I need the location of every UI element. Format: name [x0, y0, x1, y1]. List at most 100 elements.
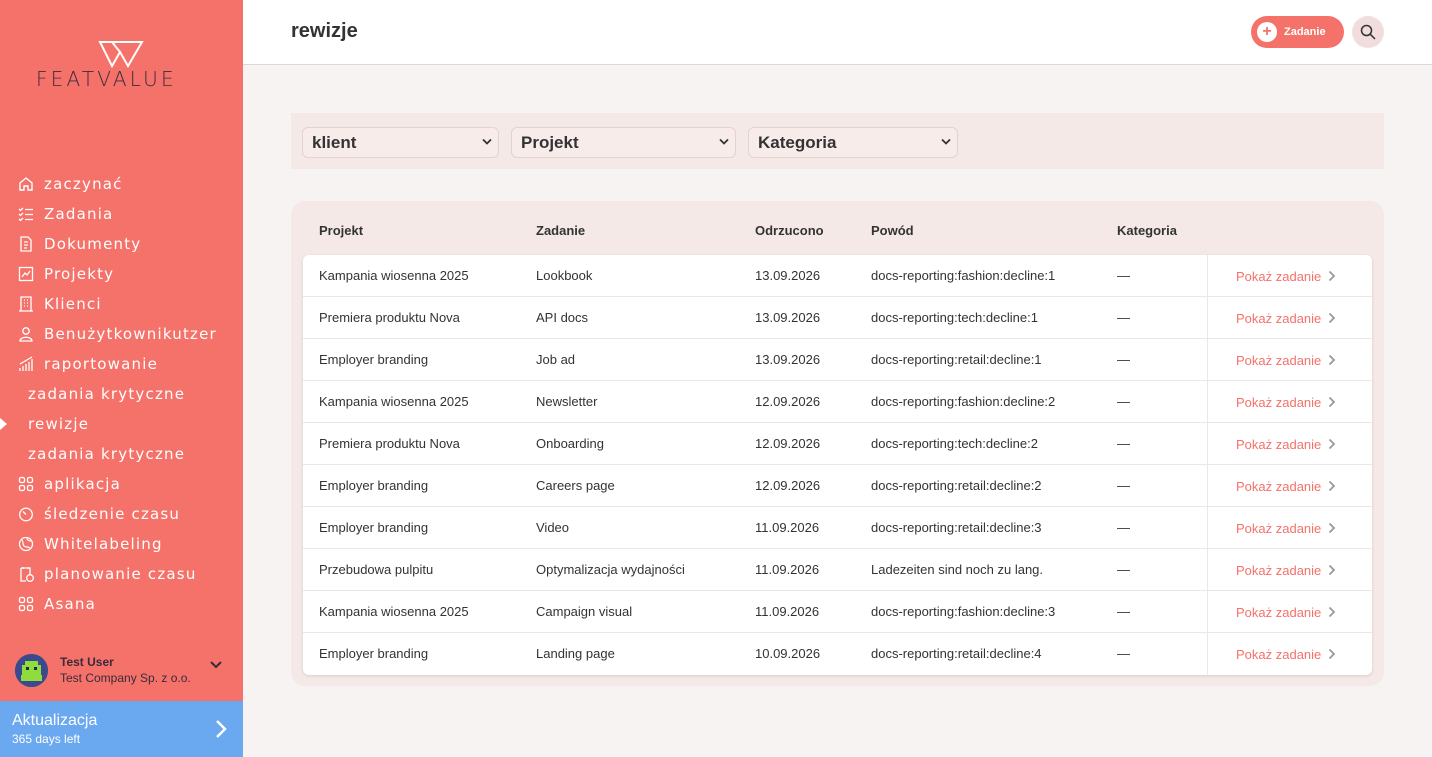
- sidebar-item-label: planowanie czasu: [44, 565, 197, 583]
- table-row: Kampania wiosenna 2025 Newsletter 12.09.20…: [303, 381, 1372, 423]
- search-button[interactable]: [1352, 16, 1384, 48]
- client-select[interactable]: klient: [302, 127, 499, 158]
- table-row: Kampania wiosenna 2025 Campaign visual 11.…: [303, 591, 1372, 633]
- sidebar-item-time-planning[interactable]: planowanie czasu: [0, 559, 243, 589]
- table-row: Employer branding Job ad 13.09.2026 docs-re…: [303, 339, 1372, 381]
- user-menu[interactable]: Test User Test Company Sp. z o.o.: [15, 652, 230, 688]
- upgrade-days-left: 365 days left: [12, 732, 81, 746]
- cell-category: —: [1117, 352, 1130, 367]
- cell-category: —: [1117, 604, 1130, 619]
- sidebar-item-clients[interactable]: Klienci: [0, 289, 243, 319]
- avatar: [15, 653, 48, 687]
- show-task-link[interactable]: Pokaż zadanie: [1207, 591, 1372, 633]
- cell-category: —: [1117, 646, 1130, 661]
- project-select[interactable]: Projekt: [511, 127, 736, 158]
- sidebar-subitem-critical-tasks-2[interactable]: zadania krytyczne: [0, 439, 243, 469]
- table-row: Premiera produktu Nova API docs 13.09.2026…: [303, 297, 1372, 339]
- sidebar-item-tasks[interactable]: Zadania: [0, 199, 243, 229]
- sidebar-item-start[interactable]: zaczynać: [0, 169, 243, 199]
- logo-mark-icon: [98, 41, 144, 68]
- sidebar-item-time-tracking[interactable]: śledzenie czasu: [0, 499, 243, 529]
- show-task-link[interactable]: Pokaż zadanie: [1207, 465, 1372, 507]
- table-row: Premiera produktu Nova Onboarding 12.09.20…: [303, 423, 1372, 465]
- cell-task: Onboarding: [536, 436, 604, 451]
- sidebar-item-label: raportowanie: [44, 355, 159, 373]
- show-task-link[interactable]: Pokaż zadanie: [1207, 339, 1372, 381]
- sidebar-item-reporting[interactable]: raportowanie: [0, 349, 243, 379]
- column-header-task: Zadanie: [536, 223, 586, 238]
- cell-project: Employer branding: [319, 478, 429, 493]
- cell-task: Campaign visual: [536, 604, 633, 619]
- sidebar-item-whitelabeling[interactable]: Whitelabeling: [0, 529, 243, 559]
- upgrade-banner[interactable]: Aktualizacja 365 days left: [0, 701, 243, 757]
- show-task-label: Pokaż zadanie: [1236, 520, 1322, 536]
- sidebar-item-label: Projekty: [44, 265, 115, 283]
- chevron-right-icon: [1329, 564, 1336, 576]
- user-name: Test User: [60, 655, 114, 669]
- sidebar-item-label: zadania krytyczne: [28, 385, 186, 403]
- cell-project: Employer branding: [319, 646, 429, 661]
- sidebar: FEATVALUE zaczynać Zadania Dokumenty Pro…: [0, 0, 243, 757]
- sidebar-item-label: śledzenie czasu: [44, 505, 181, 523]
- chevron-down-icon[interactable]: [210, 661, 222, 669]
- document-icon: [17, 235, 35, 253]
- show-task-link[interactable]: Pokaż zadanie: [1207, 381, 1372, 423]
- cell-rejected-date: 13.09.2026: [755, 268, 821, 283]
- sidebar-subitem-revisions[interactable]: rewizje: [0, 409, 243, 439]
- sidebar-item-label: zaczynać: [44, 175, 123, 193]
- cell-category: —: [1117, 310, 1130, 325]
- show-task-link[interactable]: Pokaż zadanie: [1207, 507, 1372, 549]
- cell-task: API docs: [536, 310, 589, 325]
- show-task-label: Pokaż zadanie: [1236, 352, 1322, 368]
- show-task-link[interactable]: Pokaż zadanie: [1207, 255, 1372, 297]
- chevron-right-icon: [1329, 396, 1336, 408]
- cell-category: —: [1117, 268, 1130, 283]
- add-task-button[interactable]: + Zadanie: [1251, 16, 1344, 48]
- cell-rejected-date: 10.09.2026: [755, 646, 821, 661]
- table-row: Przebudowa pulpitu Optymalizacja wydajnoś…: [303, 549, 1372, 591]
- cell-rejected-date: 12.09.2026: [755, 478, 821, 493]
- cell-rejected-date: 12.09.2026: [755, 436, 821, 451]
- cell-rejected-date: 11.09.2026: [755, 604, 820, 619]
- show-task-label: Pokaż zadanie: [1236, 604, 1322, 620]
- sidebar-item-users[interactable]: Benużytkownikutzer: [0, 319, 243, 349]
- logo[interactable]: FEATVALUE: [36, 40, 208, 91]
- show-task-link[interactable]: Pokaż zadanie: [1207, 633, 1372, 675]
- show-task-link[interactable]: Pokaż zadanie: [1207, 549, 1372, 591]
- cell-reason: Ladezeiten sind noch zu lang.: [871, 562, 1044, 577]
- chevron-right-icon: [1329, 354, 1336, 366]
- cell-reason: docs-reporting:fashion:decline:1: [871, 268, 1056, 283]
- column-header-reason: Powód: [871, 223, 914, 238]
- sidebar-item-asana[interactable]: Asana: [0, 589, 243, 619]
- chevron-down-icon: [482, 138, 492, 145]
- sidebar-item-documents[interactable]: Dokumenty: [0, 229, 243, 259]
- table-row: Kampania wiosenna 2025 Lookbook 13.09.2026…: [303, 255, 1372, 297]
- show-task-link[interactable]: Pokaż zadanie: [1207, 297, 1372, 339]
- cell-project: Employer branding: [319, 520, 429, 535]
- show-task-label: Pokaż zadanie: [1236, 478, 1322, 494]
- chevron-right-icon: [1329, 606, 1336, 618]
- category-select[interactable]: Kategoria: [748, 127, 958, 158]
- sidebar-item-projects[interactable]: Projekty: [0, 259, 243, 289]
- chevron-right-icon: [216, 720, 227, 738]
- table-row: Employer branding Careers page 12.09.2026 d…: [303, 465, 1372, 507]
- sidebar-item-apps[interactable]: aplikacja: [0, 469, 243, 499]
- chart-icon: [17, 355, 35, 373]
- sidebar-subitem-critical-tasks[interactable]: zadania krytyczne: [0, 379, 243, 409]
- sidebar-item-label: rewizje: [28, 415, 90, 433]
- table-body: Kampania wiosenna 2025 Lookbook 13.09.2026…: [303, 255, 1372, 675]
- cell-task: Job ad: [536, 352, 576, 367]
- cell-reason: docs-reporting:retail:decline:3: [871, 520, 1042, 535]
- cell-task: Optymalizacja wydajności: [536, 562, 685, 577]
- chevron-right-icon: [1329, 648, 1336, 660]
- cell-project: Przebudowa pulpitu: [319, 562, 434, 577]
- upgrade-title: Aktualizacja: [12, 712, 98, 729]
- sidebar-item-label: Whitelabeling: [44, 535, 163, 553]
- sidebar-item-label: Zadania: [44, 205, 114, 223]
- cell-category: —: [1117, 520, 1130, 535]
- globe-icon: [17, 535, 35, 553]
- cell-reason: docs-reporting:retail:decline:2: [871, 478, 1042, 493]
- show-task-link[interactable]: Pokaż zadanie: [1207, 423, 1372, 465]
- client-select-value: klient: [312, 132, 357, 152]
- cell-rejected-date: 13.09.2026: [755, 352, 821, 367]
